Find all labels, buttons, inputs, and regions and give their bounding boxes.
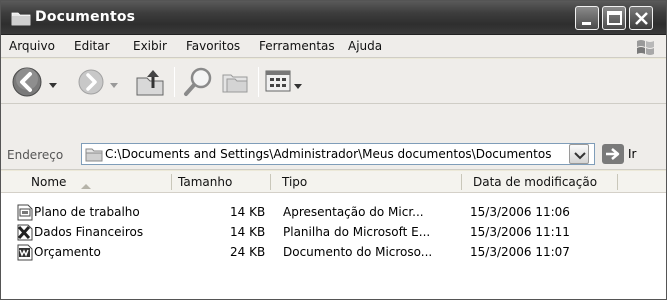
menu-exibir[interactable]: Exibir <box>133 39 167 53</box>
address-label: Endereço <box>7 148 64 162</box>
minimize-button[interactable] <box>575 6 599 30</box>
file-size: 24 KB <box>230 245 266 259</box>
views-dropdown-icon[interactable] <box>294 79 302 93</box>
file-modified: 15/3/2006 11:11 <box>470 225 570 239</box>
back-icon[interactable] <box>11 66 43 101</box>
go-button-label[interactable]: Ir <box>628 147 636 161</box>
windows-logo-icon <box>635 38 657 59</box>
column-header-type[interactable]: Tipo <box>271 171 462 193</box>
column-header-size[interactable]: Tamanho <box>172 171 271 193</box>
file-size: 14 KB <box>230 205 266 219</box>
views-icon[interactable] <box>265 69 291 96</box>
file-type: Apresentação do Micr... <box>283 205 424 219</box>
file-name: Plano de trabalho <box>34 205 140 219</box>
file-type: Planilha do Microsoft E... <box>283 225 431 239</box>
toolbar <box>1 59 666 104</box>
address-input[interactable]: C:\Documents and Settings\Administrador\… <box>81 143 595 165</box>
explorer-window: Documentos Arquivo Editar Exibir Favorit… <box>0 0 667 300</box>
file-modified: 15/3/2006 11:07 <box>470 245 570 259</box>
folders-icon[interactable] <box>220 67 250 100</box>
column-header-name-label: Nome <box>31 175 67 189</box>
toolbar-separator <box>174 67 175 97</box>
file-modified: 15/3/2006 11:06 <box>470 205 570 219</box>
window-title: Documentos <box>35 9 136 25</box>
file-size: 14 KB <box>230 225 266 239</box>
folder-icon <box>11 10 31 29</box>
folder-icon <box>85 147 103 165</box>
address-dropdown-button[interactable] <box>569 144 589 164</box>
back-dropdown-icon[interactable] <box>49 78 57 92</box>
column-header-modified[interactable]: Data de modificação <box>462 171 618 193</box>
file-name: Dados Financeiros <box>34 225 144 239</box>
table-row[interactable]: Dados Financeiros 14 KB Planilha do Micr… <box>1 223 666 243</box>
menu-ajuda[interactable]: Ajuda <box>348 39 382 53</box>
file-type: Documento do Microso... <box>283 245 433 259</box>
powerpoint-icon <box>17 204 33 224</box>
table-row[interactable]: Plano de trabalho 14 KB Apresentação do … <box>1 203 666 223</box>
excel-icon <box>17 224 33 244</box>
close-button[interactable] <box>629 6 653 30</box>
menu-favoritos[interactable]: Favoritos <box>186 39 240 53</box>
up-folder-icon[interactable] <box>133 66 167 101</box>
file-name: Orçamento <box>34 245 101 259</box>
column-header-type-label: Tipo <box>282 175 308 189</box>
menu-arquivo[interactable]: Arquivo <box>9 39 55 53</box>
menu-editar[interactable]: Editar <box>74 39 110 53</box>
column-divider[interactable] <box>617 174 618 190</box>
toolbar-separator <box>258 67 259 97</box>
maximize-button[interactable] <box>602 6 626 30</box>
column-header-name[interactable]: Nome <box>1 171 172 193</box>
title-bar[interactable]: Documentos <box>1 1 666 35</box>
forward-dropdown-icon[interactable] <box>110 78 118 92</box>
forward-icon[interactable] <box>77 68 105 99</box>
go-arrow-icon[interactable] <box>602 144 624 164</box>
sort-ascending-icon <box>81 179 91 193</box>
file-list: Nome Tamanho Tipo Data de modificação Pl… <box>1 171 666 299</box>
column-header-modified-label: Data de modificação <box>473 175 598 189</box>
column-header-size-label: Tamanho <box>178 175 233 189</box>
menu-ferramentas[interactable]: Ferramentas <box>259 39 335 53</box>
address-path: C:\Documents and Settings\Administrador\… <box>105 147 552 161</box>
word-icon <box>17 244 33 264</box>
search-icon[interactable] <box>181 65 215 102</box>
menu-bar: Arquivo Editar Exibir Favoritos Ferramen… <box>1 35 666 58</box>
table-row[interactable]: Orçamento 24 KB Documento do Microso... … <box>1 243 666 263</box>
